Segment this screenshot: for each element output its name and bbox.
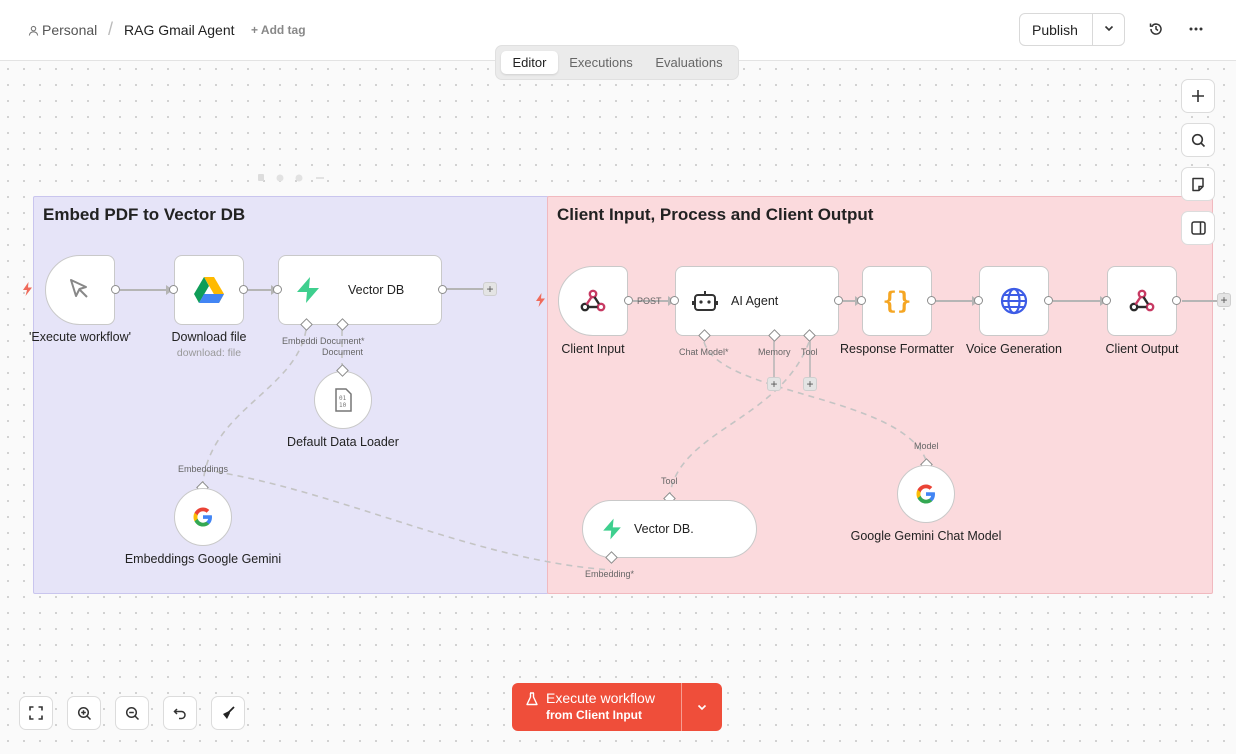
plus-icon [1192,90,1204,102]
port-label-memory: Memory [758,347,791,357]
chevron-down-icon[interactable] [695,700,709,719]
node-label-download-file: Download file [171,330,247,344]
search-icon [1191,133,1205,147]
google-drive-icon [194,276,224,303]
node-default-data-loader[interactable]: 01 10 [314,371,372,429]
zoom-out-button[interactable] [115,696,149,730]
broom-icon [223,706,235,719]
search-nodes-button[interactable] [1181,123,1215,157]
node-client-output[interactable] [1107,266,1177,336]
node-client-input[interactable] [558,266,628,336]
binary-file-icon: 0110 [335,388,352,412]
add-sticky-note-button[interactable] [1181,167,1215,201]
node-label-embeddings-google-gemini: Embeddings Google Gemini [124,552,282,566]
node-label-ai-agent: AI Agent [731,294,779,308]
execute-workflow-button-group: Execute workflow from Client Input [512,683,722,731]
webhook-icon [1129,289,1155,312]
robot-icon [692,291,718,311]
input-handle[interactable] [1102,296,1111,305]
node-label-client-output: Client Output [1105,342,1179,356]
trigger-flash-icon [22,282,33,301]
flask-icon [526,692,538,711]
connections-layer [120,285,1218,571]
globe-icon [1000,287,1028,315]
google-icon [916,484,935,504]
execute-workflow-subtitle: from Client Input [546,708,642,722]
add-tool-button[interactable]: + [803,377,817,391]
node-label-google-gemini-chat-model: Google Gemini Chat Model [850,529,1002,543]
node-label-vector-db-tool: Vector DB. [634,522,694,536]
node-response-formatter[interactable]: {} [862,266,932,336]
zoom-in-button[interactable] [67,696,101,730]
webhook-icon [580,289,606,312]
port-label-chat-model: Chat Model* [679,347,729,357]
supabase-icon [297,277,319,303]
zoom-out-icon [125,706,139,720]
trigger-flash-icon [535,293,546,312]
code-braces-icon: {} [883,287,912,315]
input-handle[interactable] [974,296,983,305]
execute-workflow-button[interactable]: Execute workflow [546,690,655,706]
node-voice-generation[interactable] [979,266,1049,336]
port-label-document: Document [322,347,364,357]
node-vector-db[interactable]: Vector DB [278,255,442,325]
input-handle[interactable] [670,296,679,305]
node-label-default-data-loader: Default Data Loader [287,435,399,449]
node-embeddings-google-gemini[interactable] [174,488,232,546]
node-label-client-input: Client Input [561,342,625,356]
tidy-up-button[interactable] [211,696,245,730]
cursor-pointer-icon [70,279,88,298]
node-ai-agent[interactable]: AI Agent [675,266,839,336]
output-handle[interactable] [927,296,936,305]
google-icon [193,507,212,527]
execute-divider [681,683,682,731]
svg-text:10: 10 [339,402,347,409]
port-label-embeddings: Embeddings [178,464,229,474]
output-handle[interactable] [624,296,633,305]
port-label-post: POST [637,296,662,306]
node-vector-db-tool[interactable]: Vector DB. [582,500,757,558]
add-node-button[interactable]: + [1217,293,1231,307]
node-execute-workflow[interactable] [45,255,115,325]
add-memory-button[interactable]: + [767,377,781,391]
port-label-model: Model [914,441,939,451]
add-node-button[interactable]: + [483,282,497,296]
node-subtitle-download-file: download: file [176,347,242,359]
supabase-icon [603,518,621,540]
toggle-side-panel-button[interactable] [1181,211,1215,245]
port-label-tool-input: Tool [661,476,678,486]
fit-view-icon [29,706,43,720]
sticky-note-icon [1192,177,1204,191]
svg-text:01: 01 [339,395,347,402]
undo-icon [173,708,186,720]
input-handle[interactable] [169,285,178,294]
output-handle[interactable] [111,285,120,294]
output-handle[interactable] [1044,296,1053,305]
input-handle[interactable] [857,296,866,305]
reset-zoom-button[interactable] [163,696,197,730]
side-panel-icon [1190,221,1206,235]
port-label-embedding-required: Embedding* [585,569,635,579]
add-node-panel-button[interactable] [1181,79,1215,113]
output-handle[interactable] [239,285,248,294]
output-handle[interactable] [1172,296,1181,305]
port-label-document-required: Document* [320,336,365,346]
zoom-in-icon [77,706,91,720]
port-label-embeddi: Embeddi [282,336,318,346]
node-label-vector-db: Vector DB [348,283,405,297]
node-google-gemini-chat-model[interactable] [897,465,955,523]
svg-text:{}: {} [883,287,912,315]
input-handle[interactable] [273,285,282,294]
fit-view-button[interactable] [19,696,53,730]
node-download-file[interactable] [174,255,244,325]
output-handle[interactable] [834,296,843,305]
output-handle[interactable] [438,285,447,294]
